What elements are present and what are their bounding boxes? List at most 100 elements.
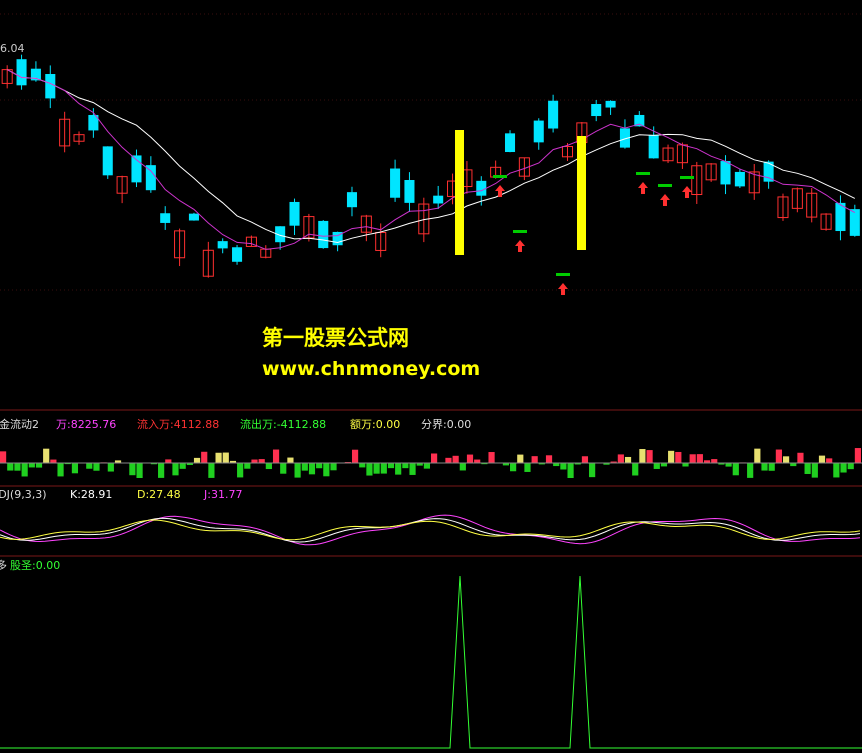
kdj-d-line xyxy=(0,519,861,541)
candle xyxy=(849,209,860,236)
candle xyxy=(160,213,171,223)
candle xyxy=(720,161,731,185)
arrow-up-icon xyxy=(515,240,525,252)
flow-bar xyxy=(380,463,387,474)
flow-bar xyxy=(280,463,287,474)
candle xyxy=(217,241,228,249)
flow-bar xyxy=(768,463,775,471)
flow-bar xyxy=(833,463,840,478)
candle xyxy=(404,180,415,203)
flow-bar xyxy=(660,463,668,467)
legend-item: 流出万:-4112.88 xyxy=(240,418,327,431)
flow-bar xyxy=(804,463,811,474)
flow-bar xyxy=(624,456,632,463)
flow-bar xyxy=(201,451,208,463)
signal-mark xyxy=(658,184,672,187)
flow-bar xyxy=(287,457,294,463)
flow-bar xyxy=(244,463,251,469)
legend-item: 股圣:0.00 xyxy=(10,559,61,572)
flow-bar xyxy=(265,463,272,470)
arrow-up-icon xyxy=(660,194,670,206)
flow-bar xyxy=(675,451,682,463)
flow-bar xyxy=(560,463,567,470)
candle xyxy=(45,74,56,99)
candle xyxy=(433,195,444,204)
candle xyxy=(188,213,199,221)
flow-bar xyxy=(57,463,64,477)
flow-bar xyxy=(617,454,624,463)
flow-bar xyxy=(725,463,732,467)
flow-bar xyxy=(251,459,258,463)
flow-bar xyxy=(158,463,165,478)
flow-bar xyxy=(488,452,495,463)
arrow-up-icon xyxy=(558,283,568,295)
flow-bar xyxy=(811,463,818,478)
flow-bar xyxy=(14,463,21,471)
flow-bar xyxy=(409,463,416,475)
flow-bar xyxy=(466,454,474,463)
price-chart[interactable] xyxy=(1,54,860,295)
flow-bar xyxy=(646,450,653,463)
arrow-up-icon xyxy=(495,185,505,197)
legend-item: 额万:0.00 xyxy=(350,418,401,431)
flow-bar xyxy=(775,449,782,463)
signal-chart[interactable] xyxy=(0,575,862,749)
candle xyxy=(533,120,544,143)
flow-bar xyxy=(524,463,531,472)
flow-bar xyxy=(351,449,359,463)
candle xyxy=(476,180,487,196)
flow-bar xyxy=(545,455,553,463)
legend-item: K:28.91 xyxy=(70,488,113,501)
flow-bar xyxy=(639,449,646,463)
watermark-url: www.chnmoney.com xyxy=(262,358,481,380)
flow-bar xyxy=(294,463,301,478)
flow-title: 资金流动2 xyxy=(0,418,39,431)
signal-mark xyxy=(636,172,650,175)
flow-bar xyxy=(222,452,229,463)
flow-bar xyxy=(423,463,430,469)
flow-bar xyxy=(854,448,861,463)
price-label: 6.04 xyxy=(0,42,25,55)
flow-bar xyxy=(452,455,459,463)
watermark-title: 第一股票公式网 xyxy=(262,326,409,350)
flow-bar xyxy=(632,463,639,476)
flow-bar xyxy=(21,463,28,477)
candle xyxy=(318,220,329,249)
flow-bar xyxy=(366,463,373,476)
flow-bar xyxy=(531,456,538,463)
flow-bar xyxy=(50,459,57,463)
flow-bar xyxy=(445,457,452,463)
signal-line xyxy=(0,575,862,749)
flow-bar xyxy=(172,463,179,476)
flow-bar xyxy=(136,463,143,478)
flow-bar xyxy=(696,454,703,463)
flow-bar xyxy=(387,463,395,469)
flow-bar xyxy=(754,448,761,463)
flow-bar xyxy=(517,454,524,463)
flow-bar xyxy=(323,463,330,477)
flow-bar xyxy=(165,459,172,463)
flow-bar xyxy=(330,463,337,471)
flow-bar xyxy=(653,463,660,469)
flow-bar xyxy=(689,454,696,463)
flow-bar xyxy=(826,458,833,463)
flow-bar xyxy=(86,463,93,469)
legend-item: J:31.77 xyxy=(204,488,243,501)
candle xyxy=(16,59,27,86)
flow-bar xyxy=(747,463,754,478)
flow-chart[interactable] xyxy=(0,448,862,478)
flow-bar xyxy=(431,453,438,463)
flow-bar xyxy=(71,463,79,474)
arrow-up-icon xyxy=(638,182,648,194)
kdj-chart[interactable] xyxy=(0,514,861,546)
candle xyxy=(605,100,616,108)
flow-bar xyxy=(43,448,50,463)
candle xyxy=(232,247,243,262)
kdj-title: KDJ(9,3,3) xyxy=(0,488,47,501)
candle xyxy=(102,146,113,176)
candle xyxy=(145,165,156,191)
flow-bar xyxy=(711,459,718,463)
flow-bar xyxy=(237,463,244,478)
signal-bar xyxy=(577,136,586,250)
flow-bar xyxy=(215,452,222,463)
